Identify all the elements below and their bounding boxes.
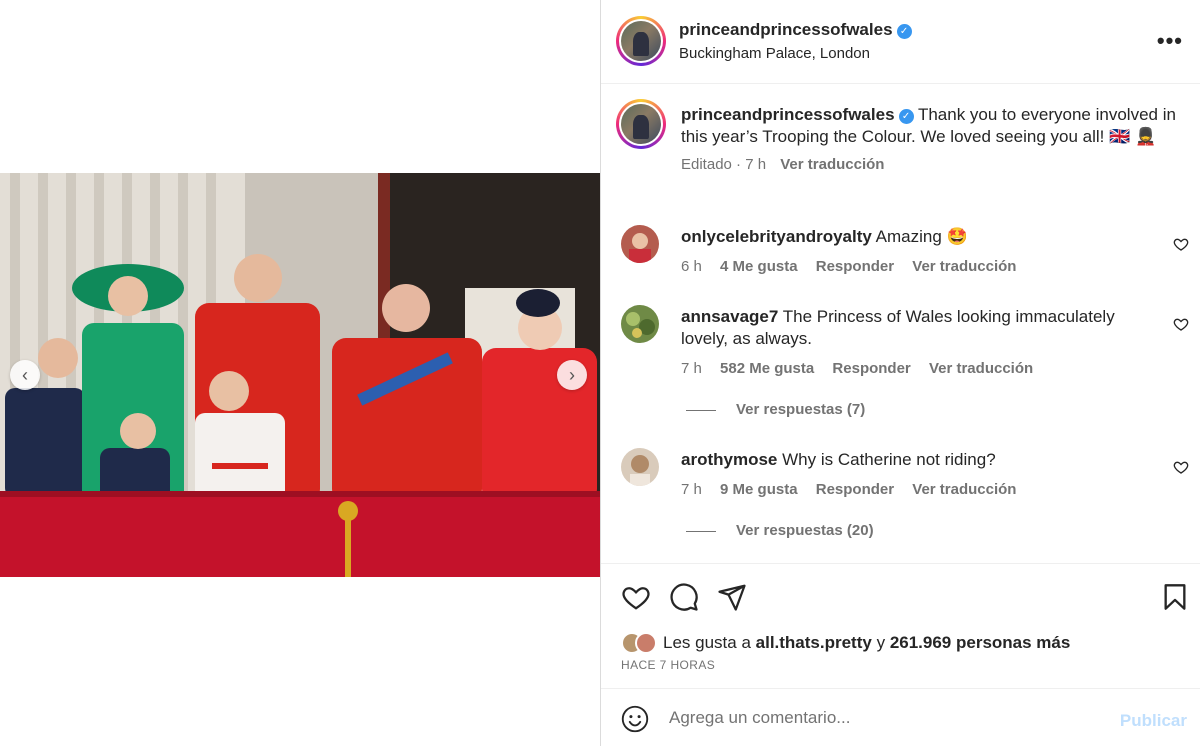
comment-body: annsavage7 The Princess of Wales looking… bbox=[681, 306, 1151, 350]
comment-text: Why is Catherine not riding? bbox=[782, 450, 996, 469]
translate-link[interactable]: Ver traducción bbox=[912, 258, 1016, 275]
heart-icon[interactable] bbox=[621, 582, 651, 612]
header-username[interactable]: princeandprincessofwales bbox=[679, 20, 893, 39]
share-icon[interactable] bbox=[717, 582, 747, 612]
likes-others[interactable]: 261.969 personas más bbox=[890, 633, 1071, 653]
caption-username[interactable]: princeandprincessofwales bbox=[681, 105, 895, 124]
likes-summary: Les gusta a all.thats.pretty y 261.969 p… bbox=[621, 632, 1070, 654]
media-panel: ‹ › bbox=[0, 0, 600, 746]
comment-time: 6 h bbox=[681, 258, 702, 275]
bookmark-icon[interactable] bbox=[1161, 582, 1189, 612]
chevron-right-icon[interactable]: › bbox=[557, 360, 587, 390]
comment-username[interactable]: annsavage7 bbox=[681, 307, 778, 326]
caption-edited: Editado bbox=[681, 156, 732, 173]
comment-username[interactable]: onlycelebrityandroyalty bbox=[681, 227, 872, 246]
reply-button[interactable]: Responder bbox=[832, 360, 910, 377]
chevron-left-icon[interactable]: ‹ bbox=[10, 360, 40, 390]
comment-meta: 6 h 4 Me gusta Responder Ver traducción bbox=[681, 258, 1030, 275]
profile-avatar[interactable] bbox=[616, 16, 666, 66]
post-time-ago[interactable]: HACE 7 HORAS bbox=[621, 658, 715, 672]
caption-translate-link[interactable]: Ver traducción bbox=[780, 156, 884, 173]
publish-button[interactable]: Publicar bbox=[1120, 711, 1187, 731]
reply-button[interactable]: Responder bbox=[816, 258, 894, 275]
comment-likes[interactable]: 4 Me gusta bbox=[720, 258, 798, 275]
liker-avatar bbox=[635, 632, 657, 654]
reply-button[interactable]: Responder bbox=[816, 481, 894, 498]
caption-avatar[interactable] bbox=[616, 99, 666, 149]
more-options-icon[interactable]: ••• bbox=[1157, 28, 1183, 54]
comment-time: 7 h bbox=[681, 360, 702, 377]
comment-composer: Publicar bbox=[601, 688, 1200, 746]
commenter-avatar[interactable] bbox=[621, 305, 659, 343]
post-header: princeandprincessofwales ✓ Buckingham Pal… bbox=[601, 0, 1200, 84]
comment-body: onlycelebrityandroyalty Amazing 🤩 bbox=[681, 226, 1151, 248]
verified-badge-icon: ✓ bbox=[896, 24, 912, 39]
post-photo-illustration bbox=[0, 173, 600, 577]
emoji-icon[interactable] bbox=[621, 705, 649, 733]
view-replies-button[interactable]: Ver respuestas (7) bbox=[686, 401, 865, 418]
comment-username[interactable]: arothymose bbox=[681, 450, 777, 469]
comment-body: arothymose Why is Catherine not riding? bbox=[681, 449, 1151, 471]
comment-text: Amazing 🤩 bbox=[875, 227, 968, 246]
post-actions: Les gusta a all.thats.pretty y 261.969 p… bbox=[601, 563, 1200, 687]
comment-likes[interactable]: 582 Me gusta bbox=[720, 360, 814, 377]
comment-time: 7 h bbox=[681, 481, 702, 498]
likes-prefix: Les gusta a bbox=[663, 633, 751, 652]
post-details-panel: princeandprincessofwales ✓ Buckingham Pal… bbox=[600, 0, 1200, 746]
comment-input[interactable] bbox=[669, 705, 1099, 731]
liker-username[interactable]: all.thats.pretty bbox=[756, 633, 872, 653]
post-caption: princeandprincessofwales ✓ Thank you to e… bbox=[681, 104, 1181, 176]
comment-meta: 7 h 9 Me gusta Responder Ver traducción bbox=[681, 481, 1030, 498]
likes-joiner: y bbox=[876, 633, 886, 652]
translate-link[interactable]: Ver traducción bbox=[929, 360, 1033, 377]
view-replies-button[interactable]: Ver respuestas (20) bbox=[686, 522, 874, 539]
post-photo bbox=[0, 173, 600, 577]
commenter-avatar[interactable] bbox=[621, 225, 659, 263]
caption-meta: Editado · 7 h Ver traducción bbox=[681, 156, 885, 173]
caption-time: 7 h bbox=[745, 156, 767, 173]
heart-icon[interactable] bbox=[1173, 236, 1189, 252]
post-location[interactable]: Buckingham Palace, London bbox=[679, 45, 870, 62]
comment-icon[interactable] bbox=[669, 582, 699, 612]
translate-link[interactable]: Ver traducción bbox=[912, 481, 1016, 498]
heart-icon[interactable] bbox=[1173, 459, 1189, 475]
comment-likes[interactable]: 9 Me gusta bbox=[720, 481, 798, 498]
heart-icon[interactable] bbox=[1173, 316, 1189, 332]
comment-meta: 7 h 582 Me gusta Responder Ver traducció… bbox=[681, 360, 1047, 377]
verified-badge-icon: ✓ bbox=[898, 109, 914, 124]
commenter-avatar[interactable] bbox=[621, 448, 659, 486]
